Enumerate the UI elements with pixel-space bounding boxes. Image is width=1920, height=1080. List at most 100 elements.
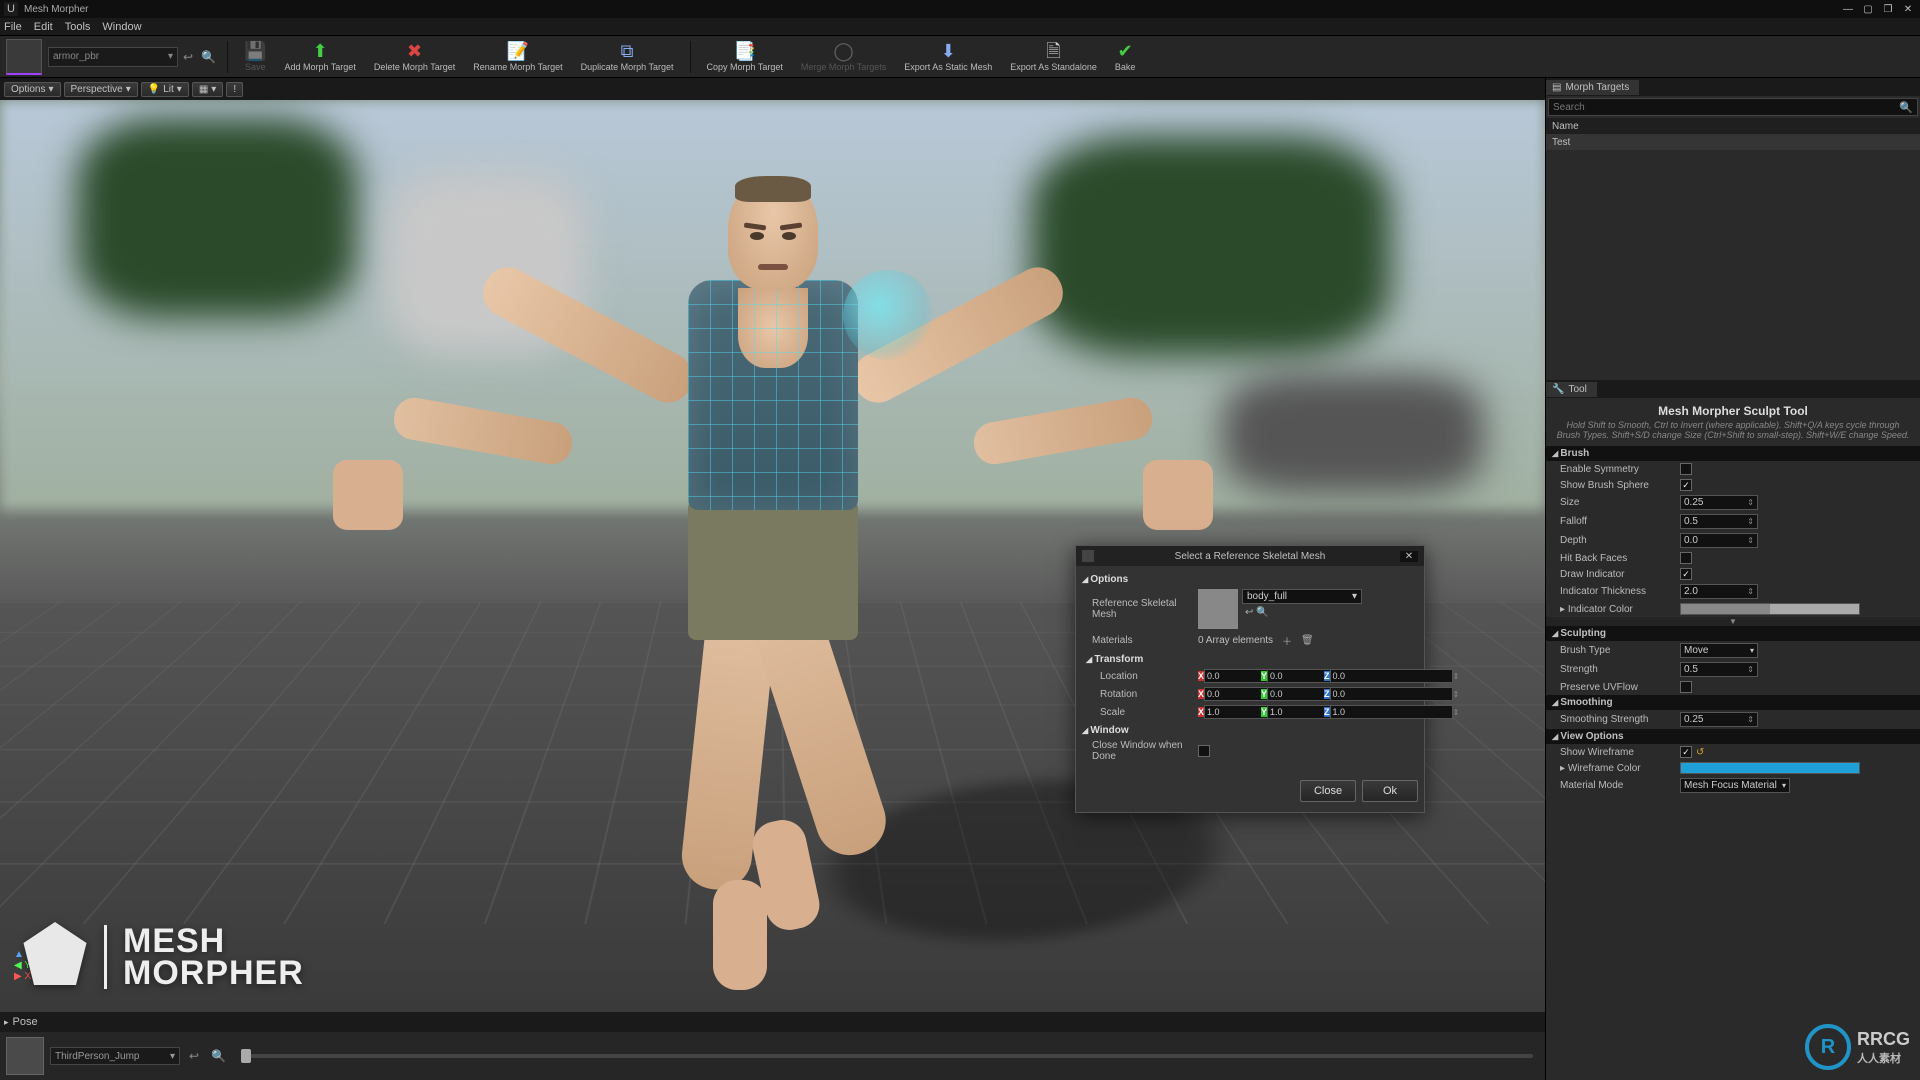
section-view-options[interactable]: View Options <box>1546 729 1920 744</box>
rename-morph-target-button[interactable]: 📝 Rename Morph Target <box>465 37 570 77</box>
dialog-close-btn[interactable]: Close <box>1300 780 1356 802</box>
morph-search-input[interactable] <box>1553 102 1899 113</box>
menu-tools[interactable]: Tools <box>65 21 91 33</box>
wireframe-color-swatch[interactable] <box>1680 762 1860 774</box>
tab-tool[interactable]: 🔧 Tool <box>1546 382 1597 397</box>
close-when-done-checkbox[interactable] <box>1198 745 1210 757</box>
wireframe-color-label: ▸ Wireframe Color <box>1560 763 1680 774</box>
dialog-close-button[interactable]: ✕ <box>1400 551 1418 562</box>
viewport-perspective-button[interactable]: Perspective▾ <box>64 82 138 97</box>
dialog-section-transform[interactable]: Transform <box>1082 650 1418 667</box>
brush-type-dropdown[interactable]: Move▾ <box>1680 643 1758 658</box>
materials-add-icon[interactable]: ＋ <box>1282 633 1292 648</box>
ref-mesh-dropdown[interactable]: body_full▾ <box>1242 589 1362 604</box>
close-window-button[interactable]: ✕ <box>1900 4 1916 15</box>
copy-morph-target-button[interactable]: 📑 Copy Morph Target <box>699 37 791 77</box>
viewport-lit-button[interactable]: 💡Lit▾ <box>141 82 189 97</box>
viewport-misc-button[interactable]: ! <box>226 82 243 97</box>
asset-search-icon[interactable]: 🔍 <box>198 50 219 64</box>
titlebar: U Mesh Morpher — ▢ ❐ ✕ <box>0 0 1920 18</box>
add-morph-target-button[interactable]: ⬆ Add Morph Target <box>276 37 363 77</box>
ref-back-icon[interactable]: ↩ <box>1245 607 1253 618</box>
brush-size-input[interactable]: 0.25⇕ <box>1680 495 1758 510</box>
timeline-track[interactable] <box>241 1054 1533 1058</box>
save-button[interactable]: 💾 Save <box>236 37 274 77</box>
scale-z-input[interactable] <box>1330 705 1453 719</box>
ref-search-icon[interactable]: 🔍 <box>1256 607 1268 618</box>
anim-thumbnail[interactable] <box>6 1037 44 1075</box>
material-mode-dropdown[interactable]: Mesh Focus Material▾ <box>1680 778 1790 793</box>
ref-mesh-thumbnail[interactable] <box>1198 589 1238 629</box>
draw-indicator-checkbox[interactable]: ✓ <box>1680 568 1692 580</box>
location-z-input[interactable] <box>1330 669 1453 683</box>
materials-value: 0 Array elements <box>1198 635 1273 646</box>
hit-back-faces-checkbox[interactable] <box>1680 552 1692 564</box>
copy-icon: 📑 <box>733 42 755 60</box>
reset-icon[interactable]: ↺ <box>1696 747 1704 758</box>
viewport-options-button[interactable]: Options▾ <box>4 82 61 97</box>
tab-morph-targets[interactable]: ▤ Morph Targets <box>1546 80 1639 95</box>
bake-button[interactable]: ✔ Bake <box>1107 37 1144 77</box>
dialog-section-window[interactable]: Window <box>1082 721 1418 738</box>
asset-name: armor_pbr <box>53 51 99 62</box>
viewport-show-button[interactable]: ▦▾ <box>192 82 223 97</box>
timeline-handle[interactable] <box>241 1049 251 1063</box>
dialog-section-options[interactable]: Options <box>1082 570 1418 587</box>
morph-target-item[interactable]: Test <box>1546 134 1920 150</box>
expand-icon[interactable]: ▸ <box>4 1017 9 1028</box>
menu-window[interactable]: Window <box>102 21 141 33</box>
maximize-button[interactable]: ▢ <box>1860 4 1876 15</box>
viewport[interactable]: ▲ Z ◀ Y ▶ X MESH MORPHER Select a Refere… <box>0 100 1545 1012</box>
indicator-color-swatch[interactable] <box>1680 603 1860 615</box>
section-brush[interactable]: Brush <box>1546 446 1920 461</box>
rename-icon: 📝 <box>507 42 529 60</box>
dropdown-arrow-icon: ▾ <box>168 51 173 62</box>
chevron-down-icon: ▾ <box>1352 591 1357 602</box>
asset-back-icon[interactable]: ↩ <box>180 50 196 64</box>
export-static-mesh-button[interactable]: ⬇ Export As Static Mesh <box>896 37 1000 77</box>
restore-button[interactable]: ❐ <box>1880 4 1896 15</box>
show-brush-sphere-checkbox[interactable]: ✓ <box>1680 479 1692 491</box>
section-smoothing[interactable]: Smoothing <box>1546 695 1920 710</box>
smoothing-strength-input[interactable]: 0.25⇕ <box>1680 712 1758 727</box>
tool-title: Mesh Morpher Sculpt Tool <box>1546 398 1920 420</box>
tool-tabbar: 🔧 Tool <box>1546 380 1920 398</box>
rotation-z-input[interactable] <box>1330 687 1453 701</box>
toolbar: armor_pbr ▾ ↩ 🔍 💾 Save ⬆ Add Morph Targe… <box>0 36 1920 78</box>
dialog-ok-btn[interactable]: Ok <box>1362 780 1418 802</box>
add-icon: ⬆ <box>313 42 328 60</box>
asset-thumbnail[interactable] <box>6 39 42 75</box>
enable-symmetry-checkbox[interactable] <box>1680 463 1692 475</box>
strength-input[interactable]: 0.5⇕ <box>1680 662 1758 677</box>
lightbulb-icon: 💡 <box>148 84 160 95</box>
show-wireframe-checkbox[interactable]: ✓ <box>1680 746 1692 758</box>
ue-logo-icon: U <box>4 2 18 16</box>
export-standalone-button[interactable]: 🗎 Export As Standalone <box>1002 37 1105 77</box>
chevron-down-icon: ▾ <box>177 84 182 95</box>
menubar: File Edit Tools Window <box>0 18 1920 36</box>
morph-search[interactable]: 🔍 <box>1548 98 1918 116</box>
logo-polygon-icon <box>20 922 90 992</box>
delete-morph-target-button[interactable]: ✖ Delete Morph Target <box>366 37 463 77</box>
asset-dropdown[interactable]: armor_pbr ▾ <box>48 47 178 67</box>
anim-search-icon[interactable]: 🔍 <box>208 1049 229 1063</box>
chevron-down-icon: ▾ <box>211 84 216 95</box>
watermark-logo: R RRCG 人人素材 <box>1805 1024 1910 1070</box>
anim-dropdown[interactable]: ThirdPerson_Jump▾ <box>50 1047 180 1065</box>
brush-falloff-input[interactable]: 0.5⇕ <box>1680 514 1758 529</box>
brush-depth-input[interactable]: 0.0⇕ <box>1680 533 1758 548</box>
menu-file[interactable]: File <box>4 21 22 33</box>
chevron-down-icon: ▾ <box>126 84 131 95</box>
menu-edit[interactable]: Edit <box>34 21 53 33</box>
section-sculpting[interactable]: Sculpting <box>1546 626 1920 641</box>
minimize-button[interactable]: — <box>1840 4 1856 15</box>
anim-back-icon[interactable]: ↩ <box>186 1049 202 1063</box>
reference-mesh-dialog: Select a Reference Skeletal Mesh ✕ Optio… <box>1075 545 1425 813</box>
merge-morph-targets-button[interactable]: ◯ Merge Morph Targets <box>793 37 894 77</box>
duplicate-morph-target-button[interactable]: ⧉ Duplicate Morph Target <box>573 37 682 77</box>
preserve-uvflow-checkbox[interactable] <box>1680 681 1692 693</box>
materials-clear-icon[interactable]: 🗑 <box>1301 635 1314 646</box>
expand-more-button[interactable]: ▼ <box>1546 617 1920 626</box>
duplicate-icon: ⧉ <box>621 42 634 60</box>
indicator-thickness-input[interactable]: 2.0⇕ <box>1680 584 1758 599</box>
